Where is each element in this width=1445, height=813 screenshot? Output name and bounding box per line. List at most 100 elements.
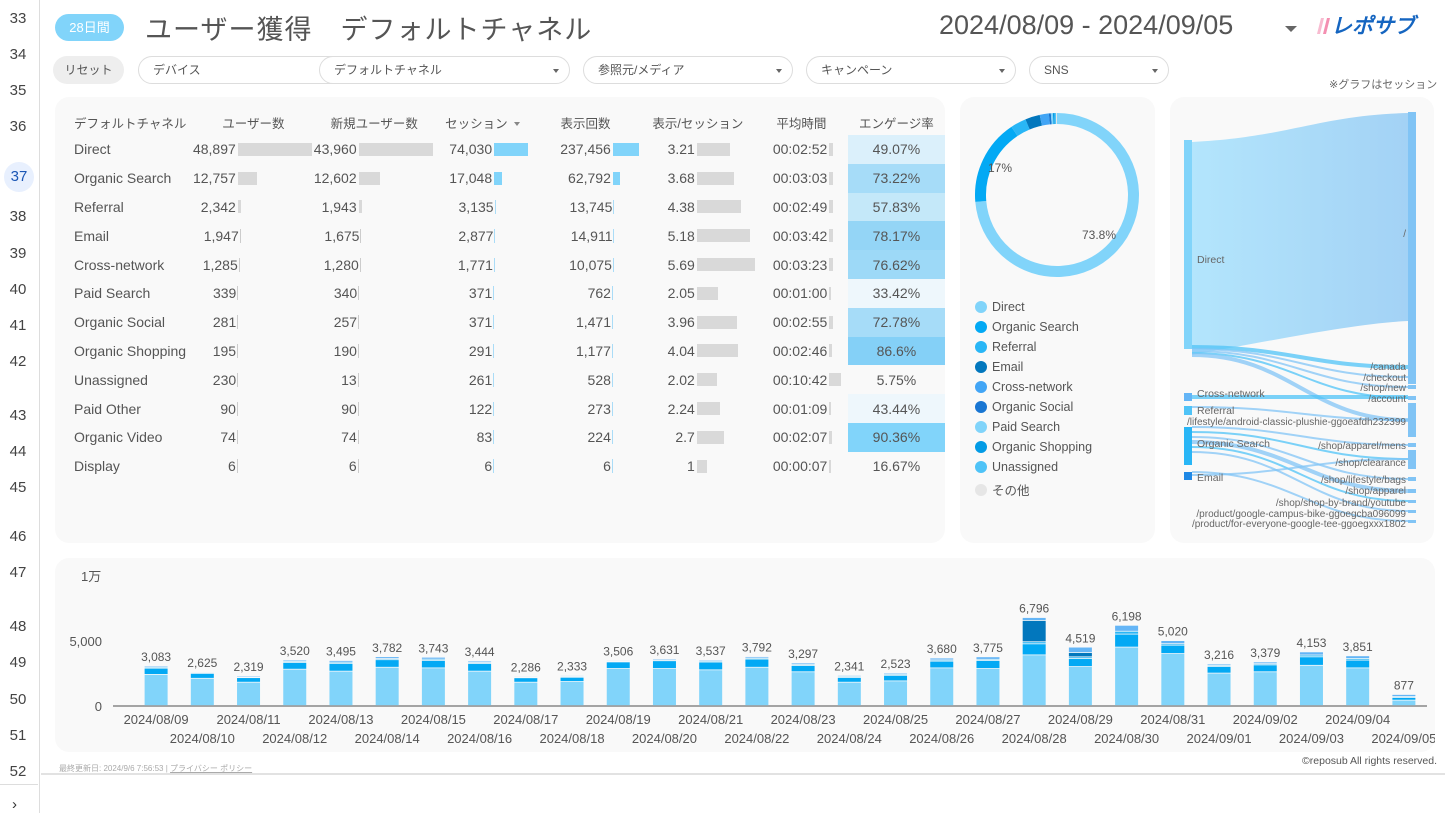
row-number[interactable]: 47 xyxy=(0,564,36,581)
row-number[interactable]: 42 xyxy=(0,353,36,370)
bar-segment[interactable] xyxy=(791,672,815,706)
bar-segment[interactable] xyxy=(976,657,1000,659)
bar-segment[interactable] xyxy=(791,663,815,664)
donut-slice[interactable] xyxy=(1025,114,1043,130)
filter-dropdown[interactable]: デフォルトチャネル xyxy=(319,56,570,84)
bar-segment[interactable] xyxy=(144,668,168,674)
bar-segment[interactable] xyxy=(976,660,1000,669)
bar-segment[interactable] xyxy=(1392,700,1416,706)
bar-segment[interactable] xyxy=(237,678,261,682)
bar-segment[interactable] xyxy=(283,662,307,669)
row-number[interactable]: 39 xyxy=(0,245,36,262)
bar-segment[interactable] xyxy=(930,658,954,660)
row-number[interactable]: 37 xyxy=(4,162,34,192)
bar-segment[interactable] xyxy=(699,670,723,706)
sankey-target-node[interactable] xyxy=(1408,520,1416,523)
column-header[interactable]: デフォルトチャネル xyxy=(55,109,193,135)
table-row[interactable]: Unassigned 230 13 261 528 2.02 00:10:42 5.75% xyxy=(55,365,945,394)
bar-segment[interactable] xyxy=(1253,665,1277,672)
row-number[interactable]: 52 xyxy=(0,763,36,780)
row-number[interactable]: 43 xyxy=(0,407,36,424)
bar-segment[interactable] xyxy=(421,657,445,659)
legend-item[interactable]: Unassigned xyxy=(975,460,1058,474)
column-header[interactable]: 平均時間 xyxy=(755,109,848,135)
bar-segment[interactable] xyxy=(283,669,307,706)
bar-segment[interactable] xyxy=(1392,697,1416,700)
sankey-target-node[interactable] xyxy=(1408,489,1416,493)
bar-segment[interactable] xyxy=(884,681,908,706)
sankey-target-node[interactable] xyxy=(1408,385,1416,389)
legend-item[interactable]: Referral xyxy=(975,340,1036,354)
expand-chevron-icon[interactable]: › xyxy=(12,796,17,813)
bar-segment[interactable] xyxy=(468,664,492,671)
sankey-target-node[interactable] xyxy=(1408,112,1416,384)
bar-segment[interactable] xyxy=(745,659,769,667)
bar-segment[interactable] xyxy=(1068,647,1092,653)
bar-segment[interactable] xyxy=(745,656,769,658)
column-header[interactable]: エンゲージ率 xyxy=(848,109,945,135)
bar-segment[interactable] xyxy=(1068,652,1092,657)
bar-segment[interactable] xyxy=(375,660,399,667)
legend-item[interactable]: Organic Shopping xyxy=(975,440,1092,454)
table-row[interactable]: Email 1,947 1,675 2,877 14,911 5.18 00:03:42 78… xyxy=(55,221,945,251)
row-number[interactable]: 35 xyxy=(0,82,36,99)
bar-segment[interactable] xyxy=(1346,668,1370,706)
table-row[interactable]: Paid Other 90 90 122 273 2.24 00:01:09 43.44% xyxy=(55,394,945,423)
sankey-source-node[interactable] xyxy=(1184,427,1192,465)
legend-item[interactable]: その他 xyxy=(975,480,1030,499)
sankey-source-node[interactable] xyxy=(1184,140,1192,349)
row-number[interactable]: 45 xyxy=(0,479,36,496)
bar-segment[interactable] xyxy=(514,682,538,706)
bar-segment[interactable] xyxy=(421,668,445,706)
bar-segment[interactable] xyxy=(1161,644,1185,645)
row-number[interactable]: 38 xyxy=(0,208,36,225)
bar-segment[interactable] xyxy=(791,665,815,672)
table-row[interactable]: Direct 48,897 43,960 74,030 237,456 3.21 00:02… xyxy=(55,135,945,164)
legend-item[interactable]: Organic Search xyxy=(975,320,1079,334)
bar-segment[interactable] xyxy=(329,660,353,662)
bar-segment[interactable] xyxy=(1022,644,1046,655)
legend-item[interactable]: Cross-network xyxy=(975,380,1073,394)
sankey-target-node[interactable] xyxy=(1408,510,1416,513)
bar-segment[interactable] xyxy=(1207,666,1231,673)
sankey-target-node[interactable] xyxy=(1408,403,1416,437)
row-number[interactable]: 44 xyxy=(0,443,36,460)
sankey-target-node[interactable] xyxy=(1408,477,1416,481)
bar-segment[interactable] xyxy=(652,668,676,706)
bar-segment[interactable] xyxy=(1253,662,1277,664)
bar-segment[interactable] xyxy=(468,671,492,706)
sankey-source-node[interactable] xyxy=(1184,393,1192,401)
privacy-policy-link[interactable]: プライバシー ポリシー xyxy=(170,764,252,773)
filter-dropdown[interactable]: SNS xyxy=(1029,56,1169,84)
row-number[interactable]: 48 xyxy=(0,618,36,635)
sankey-target-node[interactable] xyxy=(1408,500,1416,503)
bar-segment[interactable] xyxy=(1207,673,1231,706)
table-row[interactable]: Organic Social 281 257 371 1,471 3.96 00:02:55… xyxy=(55,307,945,337)
row-number[interactable]: 33 xyxy=(0,10,36,27)
bar-segment[interactable] xyxy=(1022,642,1046,644)
bar-segment[interactable] xyxy=(144,674,168,706)
sankey-target-node[interactable] xyxy=(1408,396,1416,400)
date-range-dropdown-icon[interactable] xyxy=(1285,26,1297,32)
bar-segment[interactable] xyxy=(745,667,769,706)
bar-segment[interactable] xyxy=(652,661,676,669)
date-range-picker[interactable]: 2024/08/09 - 2024/09/05 xyxy=(939,10,1233,41)
legend-item[interactable]: Organic Social xyxy=(975,400,1073,414)
row-number[interactable]: 49 xyxy=(0,654,36,671)
bar-segment[interactable] xyxy=(1392,694,1416,697)
bar-segment[interactable] xyxy=(1068,667,1092,706)
bar-segment[interactable] xyxy=(560,681,584,706)
filter-dropdown[interactable]: 参照元/メディア xyxy=(583,56,793,84)
legend-item[interactable]: Paid Search xyxy=(975,420,1060,434)
bar-segment[interactable] xyxy=(1161,641,1185,644)
filter-dropdown[interactable]: キャンペーン xyxy=(806,56,1016,84)
bar-segment[interactable] xyxy=(1299,655,1323,657)
column-header[interactable]: 表示回数 xyxy=(530,109,641,135)
bar-segment[interactable] xyxy=(1161,654,1185,706)
sankey-source-node[interactable] xyxy=(1184,472,1192,480)
bar-segment[interactable] xyxy=(930,668,954,706)
bar-segment[interactable] xyxy=(976,668,1000,706)
row-number[interactable]: 34 xyxy=(0,46,36,63)
column-header[interactable]: 表示/セッション xyxy=(641,109,755,135)
sankey-target-node[interactable] xyxy=(1408,443,1416,447)
